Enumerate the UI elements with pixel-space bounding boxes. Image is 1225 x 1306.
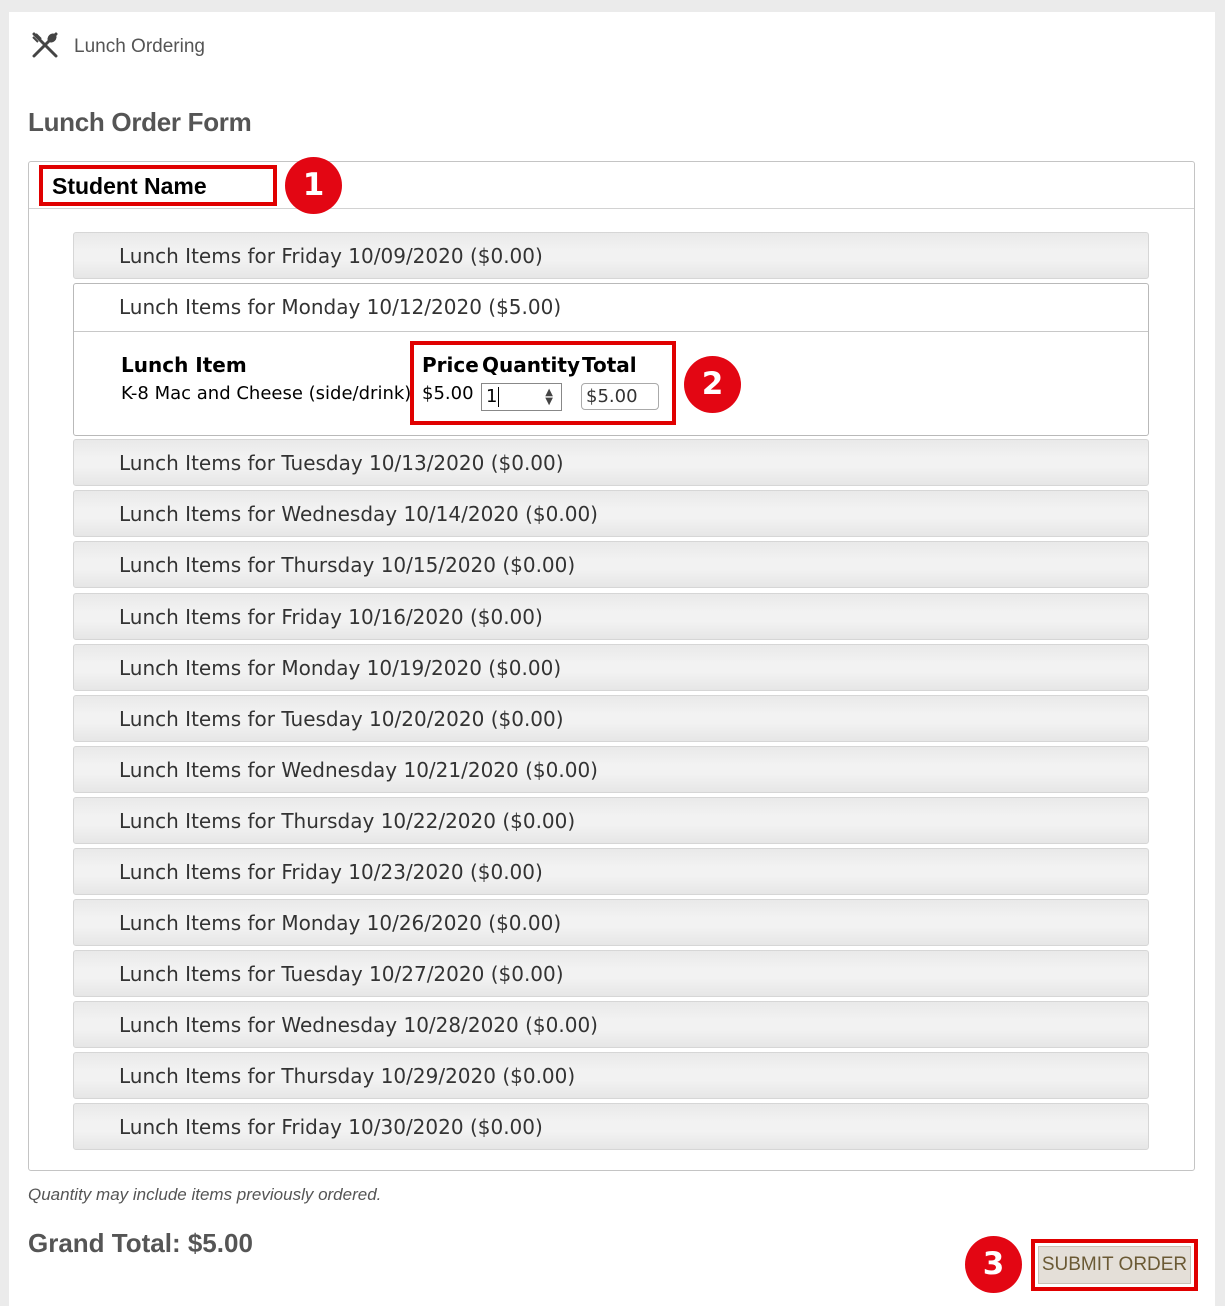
day-row-2020-10-19[interactable]: Lunch Items for Monday 10/19/2020 ($0.00… xyxy=(73,644,1149,691)
day-row-2020-10-27[interactable]: Lunch Items for Tuesday 10/27/2020 ($0.0… xyxy=(73,950,1149,997)
day-row-2020-10-12[interactable]: Lunch Items for Monday 10/12/2020 ($5.00… xyxy=(73,283,1149,436)
day-label: Lunch Items for Monday 10/12/2020 ($5.00… xyxy=(74,284,1148,332)
quantity-note: Quantity may include items previously or… xyxy=(28,1185,382,1204)
day-label: Lunch Items for Monday 10/26/2020 ($0.00… xyxy=(119,911,562,935)
student-name: Student Name xyxy=(52,173,207,199)
form-title: Lunch Order Form xyxy=(28,107,252,137)
day-row-2020-10-09[interactable]: Lunch Items for Friday 10/09/2020 ($0.00… xyxy=(73,232,1149,279)
lunch-order-card: Lunch Ordering Lunch Order Form Student … xyxy=(9,12,1215,1306)
day-row-2020-10-15[interactable]: Lunch Items for Thursday 10/15/2020 ($0.… xyxy=(73,541,1149,588)
day-label: Lunch Items for Wednesday 10/21/2020 ($0… xyxy=(119,758,598,782)
day-row-2020-10-20[interactable]: Lunch Items for Tuesday 10/20/2020 ($0.0… xyxy=(73,695,1149,742)
student-header: Student Name xyxy=(29,162,1194,209)
day-row-2020-10-14[interactable]: Lunch Items for Wednesday 10/14/2020 ($0… xyxy=(73,490,1149,537)
day-label: Lunch Items for Tuesday 10/27/2020 ($0.0… xyxy=(119,962,564,986)
day-label: Lunch Items for Wednesday 10/28/2020 ($0… xyxy=(119,1013,598,1037)
grand-total: Grand Total: $5.00 xyxy=(28,1228,253,1258)
utensils-icon xyxy=(31,32,59,63)
day-row-2020-10-30[interactable]: Lunch Items for Friday 10/30/2020 ($0.00… xyxy=(73,1103,1149,1150)
callout-badge-1: 1 xyxy=(285,157,342,214)
day-row-2020-10-23[interactable]: Lunch Items for Friday 10/23/2020 ($0.00… xyxy=(73,848,1149,895)
price-quantity-highlight xyxy=(410,341,676,425)
day-label: Lunch Items for Tuesday 10/20/2020 ($0.0… xyxy=(119,707,564,731)
day-label: Lunch Items for Monday 10/19/2020 ($0.00… xyxy=(119,656,562,680)
app-title: Lunch Ordering xyxy=(74,36,205,57)
day-label: Lunch Items for Thursday 10/22/2020 ($0.… xyxy=(119,809,576,833)
day-row-2020-10-13[interactable]: Lunch Items for Tuesday 10/13/2020 ($0.0… xyxy=(73,439,1149,486)
day-row-2020-10-21[interactable]: Lunch Items for Wednesday 10/21/2020 ($0… xyxy=(73,746,1149,793)
col-header-item: Lunch Item xyxy=(121,353,247,377)
day-row-2020-10-28[interactable]: Lunch Items for Wednesday 10/28/2020 ($0… xyxy=(73,1001,1149,1048)
day-label: Lunch Items for Thursday 10/29/2020 ($0.… xyxy=(119,1064,576,1088)
day-row-2020-10-16[interactable]: Lunch Items for Friday 10/16/2020 ($0.00… xyxy=(73,593,1149,640)
app-header: Lunch Ordering xyxy=(31,32,205,63)
day-label: Lunch Items for Friday 10/09/2020 ($0.00… xyxy=(119,244,543,268)
submit-order-button[interactable]: SUBMIT ORDER xyxy=(1038,1246,1191,1284)
student-name-highlight: Student Name xyxy=(39,165,277,206)
day-row-2020-10-26[interactable]: Lunch Items for Monday 10/26/2020 ($0.00… xyxy=(73,899,1149,946)
day-label: Lunch Items for Friday 10/16/2020 ($0.00… xyxy=(119,605,543,629)
item-name: K-8 Mac and Cheese (side/drink) xyxy=(121,383,412,404)
day-label: Lunch Items for Wednesday 10/14/2020 ($0… xyxy=(119,502,598,526)
day-label: Lunch Items for Friday 10/23/2020 ($0.00… xyxy=(119,860,543,884)
callout-badge-3: 3 xyxy=(965,1236,1022,1293)
day-label: Lunch Items for Tuesday 10/13/2020 ($0.0… xyxy=(119,451,564,475)
day-label: Lunch Items for Friday 10/30/2020 ($0.00… xyxy=(119,1115,543,1139)
day-label: Lunch Items for Thursday 10/15/2020 ($0.… xyxy=(119,553,576,577)
submit-highlight: SUBMIT ORDER xyxy=(1031,1239,1198,1291)
day-row-2020-10-22[interactable]: Lunch Items for Thursday 10/22/2020 ($0.… xyxy=(73,797,1149,844)
callout-badge-2: 2 xyxy=(684,356,741,413)
day-row-2020-10-29[interactable]: Lunch Items for Thursday 10/29/2020 ($0.… xyxy=(73,1052,1149,1099)
